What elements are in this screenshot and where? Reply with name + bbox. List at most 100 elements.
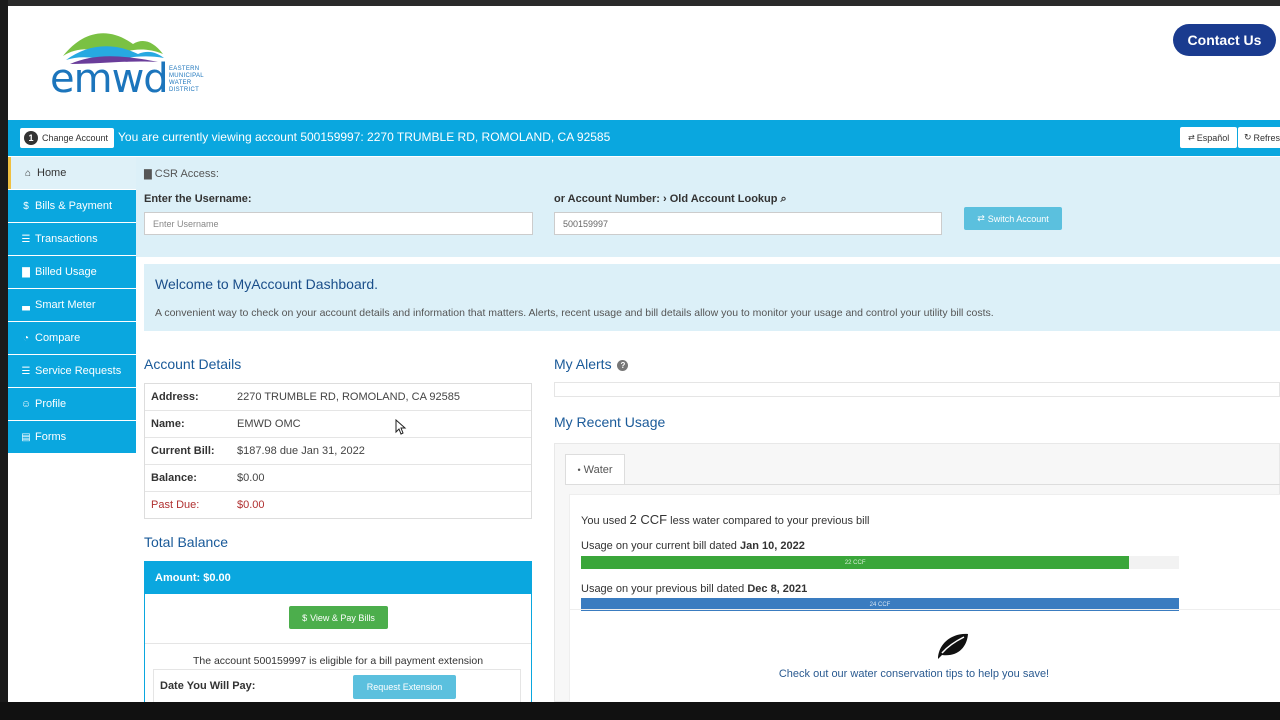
current-bill-key: Current Bill: — [151, 445, 215, 457]
csr-title-label: CSR Access: — [154, 168, 219, 180]
leaf-icon — [938, 633, 968, 659]
logo-wordmark: emwd — [50, 56, 169, 102]
welcome-panel: Welcome to MyAccount Dashboard. A conven… — [144, 264, 1280, 331]
total-balance-title: Total Balance — [144, 534, 229, 550]
current-usage-bar-track: 22 CCF — [581, 556, 1179, 569]
balance-amount: Amount: $0.00 — [145, 562, 531, 594]
sidebar-item-label: Compare — [35, 332, 81, 344]
account-number-label: or Account Number: › Old Account Lookup … — [554, 193, 787, 206]
view-pay-bills-label: View & Pay Bills — [310, 612, 375, 623]
refresh-label: Refresh — [1253, 132, 1280, 143]
total-balance-panel: Amount: $0.00 $ View & Pay Bills The acc… — [144, 561, 532, 703]
usage-content: You used 2 CCF less water compared to yo… — [569, 494, 1280, 703]
contact-us-button[interactable]: Contact Us — [1173, 24, 1276, 56]
sidebar-item-label: Transactions — [35, 233, 98, 245]
dollar-icon: $ — [23, 200, 29, 212]
current-usage-bar: 22 CCF — [581, 556, 1130, 569]
chevron-right-icon: › — [663, 193, 667, 205]
extension-eligible-text: The account 500159997 is eligible for a … — [192, 655, 484, 667]
request-extension-button[interactable]: Request Extension — [353, 675, 456, 699]
name-key: Name: — [151, 418, 185, 430]
file-icon: ▤ — [21, 431, 31, 443]
user-icon: ☺ — [20, 398, 32, 410]
usage-prefix: You used — [581, 515, 627, 527]
sidebar-nav: ⌂ Home $ Bills & Payment ☰ Transactions … — [8, 157, 136, 454]
divider — [145, 643, 531, 644]
conservation-tips[interactable]: Check out our water conservation tips to… — [570, 609, 1280, 704]
account-details-table: Address: 2270 TRUMBLE RD, ROMOLAND, CA 9… — [144, 383, 532, 519]
water-drop-icon: • — [577, 464, 581, 475]
sidebar-item-service-requests[interactable]: ☰ Service Requests — [8, 355, 136, 387]
address-key: Address: — [151, 391, 199, 403]
csr-access-panel: ▇ CSR Access: Enter the Username: Enter … — [136, 157, 1280, 257]
language-button[interactable]: ⇄ Español — [1180, 127, 1238, 148]
table-row: Name: EMWD OMC — [145, 411, 531, 438]
tab-water-label: Water — [583, 463, 613, 476]
sidebar-item-home[interactable]: ⌂ Home — [8, 157, 136, 189]
refresh-button[interactable]: ↻ Refresh — [1238, 127, 1280, 148]
sidebar-item-billed-usage[interactable]: ▇ Billed Usage — [8, 256, 136, 288]
previous-bill-date: Dec 8, 2021 — [747, 583, 808, 595]
change-account-label: Change Account — [42, 133, 109, 143]
previous-usage-text: Usage on your previous bill dated — [581, 583, 745, 595]
list-icon: ☰ — [21, 365, 31, 377]
sidebar-item-transactions[interactable]: ☰ Transactions — [8, 223, 136, 255]
balance-key: Balance: — [151, 472, 197, 484]
csr-title: ▇ CSR Access: — [144, 168, 219, 180]
sidebar-item-label: Forms — [35, 431, 67, 443]
conservation-tips-text[interactable]: Check out our water conservation tips to… — [558, 668, 1270, 680]
welcome-title: Welcome to MyAccount Dashboard. — [155, 276, 379, 292]
sidebar-item-bills-payment[interactable]: $ Bills & Payment — [8, 190, 136, 222]
my-alerts-title: My Alerts ? — [554, 356, 629, 372]
account-number-input[interactable]: 500159997 — [554, 212, 942, 235]
sidebar-item-forms[interactable]: ▤ Forms — [8, 421, 136, 453]
current-bill-usage-label: Usage on your current bill dated Jan 10,… — [581, 540, 805, 552]
sidebar-item-profile[interactable]: ☺ Profile — [8, 388, 136, 420]
emwd-logo[interactable]: emwd EASTERN MUNICIPAL WATER DISTRICT — [48, 26, 218, 102]
switch-account-label: Switch Account — [987, 213, 1049, 224]
tab-divider — [565, 484, 1280, 485]
username-input[interactable]: Enter Username — [144, 212, 533, 235]
refresh-icon: ↻ — [1244, 132, 1252, 142]
usage-suffix: less water compared to your previous bil… — [670, 515, 870, 527]
language-label: Español — [1196, 132, 1230, 143]
sidebar-item-smart-meter[interactable]: ▃ Smart Meter — [8, 289, 136, 321]
search-icon: ⌕ — [780, 193, 787, 205]
sidebar-item-label: Smart Meter — [35, 299, 96, 311]
tab-water[interactable]: • Water — [565, 454, 625, 484]
balance-value: $0.00 — [237, 472, 265, 484]
table-row: Past Due: $0.00 — [145, 492, 531, 518]
switch-account-button[interactable]: ⇄ Switch Account — [964, 207, 1062, 230]
table-row: Current Bill: $187.98 due Jan 31, 2022 — [145, 438, 531, 465]
window-bottom-edge — [0, 702, 1280, 720]
sidebar-item-label: Bills & Payment — [35, 200, 113, 212]
username-label: Enter the Username: — [144, 193, 252, 205]
sidebar-item-label: Billed Usage — [35, 266, 97, 278]
current-bill-value: $187.98 due Jan 31, 2022 — [237, 445, 365, 457]
account-number-text: or Account Number: — [554, 193, 660, 205]
table-row: Balance: $0.00 — [145, 465, 531, 492]
info-icon[interactable]: ? — [617, 359, 629, 371]
sidebar-item-compare[interactable]: ◔ Compare — [8, 322, 136, 354]
home-icon: ⌂ — [24, 167, 32, 179]
current-bill-date: Jan 10, 2022 — [740, 540, 805, 552]
window-top-edge — [0, 0, 1280, 6]
current-account-text: You are currently viewing account 500159… — [118, 130, 611, 144]
signal-icon: ▃ — [22, 299, 30, 311]
account-bar: 1 Change Account You are currently viewi… — [8, 120, 1280, 156]
list-icon: ☰ — [21, 233, 31, 245]
alerts-list — [554, 382, 1280, 397]
mouse-cursor-icon — [395, 419, 407, 435]
name-value: EMWD OMC — [237, 418, 301, 430]
old-account-lookup-link[interactable]: Old Account Lookup — [670, 193, 778, 205]
past-due-key: Past Due: — [151, 499, 200, 511]
past-due-value: $0.00 — [237, 499, 265, 511]
table-row: Address: 2270 TRUMBLE RD, ROMOLAND, CA 9… — [145, 384, 531, 411]
change-account-button[interactable]: 1 Change Account — [20, 128, 115, 148]
account-details-title: Account Details — [144, 356, 242, 372]
view-pay-bills-button[interactable]: $ View & Pay Bills — [289, 606, 388, 629]
sidebar-item-label: Home — [37, 167, 67, 179]
window-left-edge — [0, 0, 8, 720]
dollar-icon: $ — [302, 612, 308, 623]
date-you-will-pay-label: Date You Will Pay: — [160, 680, 256, 692]
